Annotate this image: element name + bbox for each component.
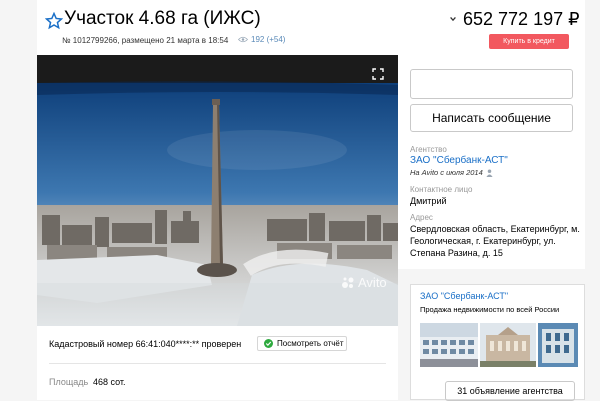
listing-price: 652 772 197 ₽ xyxy=(463,9,580,29)
person-icon xyxy=(486,169,493,177)
address-text: Свердловская область, Екатеринбург, м. Г… xyxy=(410,224,580,258)
listing-details: Кадастровый номер 66:41:040****:** прове… xyxy=(37,326,398,400)
area-value: 468 сот. xyxy=(93,377,126,387)
agency-photo-2 xyxy=(480,323,536,367)
listing-header: Участок 4.68 га (ИЖС) № 1012799266, разм… xyxy=(37,0,585,55)
buy-on-credit-button[interactable]: Купить в кредит xyxy=(489,34,569,49)
listing-photo[interactable]: Avito xyxy=(37,55,398,326)
watermark-text: Avito xyxy=(358,275,387,290)
listing-title: Участок 4.68 га (ИЖС) xyxy=(64,8,261,29)
listing-meta: № 1012799266, размещено 21 марта в 18:54 xyxy=(62,36,229,45)
star-icon[interactable] xyxy=(45,12,63,30)
agency-photo-3 xyxy=(538,323,578,367)
agency-description: Продажа недвижимости по всей России xyxy=(420,305,560,314)
agency-listings-button[interactable]: 31 объявление агентства xyxy=(445,381,575,401)
agency-link[interactable]: ЗАО "Сбербанк-АСТ" xyxy=(410,155,508,166)
seller-panel: Написать сообщение Агентство ЗАО "Сберба… xyxy=(398,55,585,269)
area-label: Площадь xyxy=(49,377,89,387)
avito-watermark: Avito xyxy=(341,275,387,290)
agency-photo-1 xyxy=(420,323,478,367)
write-message-button[interactable]: Написать сообщение xyxy=(410,104,573,132)
view-report-button[interactable]: Посмотреть отчёт xyxy=(257,336,347,351)
show-phone-button[interactable] xyxy=(410,69,573,99)
contact-name: Дмитрий xyxy=(410,196,447,206)
view-report-label: Посмотреть отчёт xyxy=(277,339,344,348)
seller-since-text: На Avito с июля 2014 xyxy=(410,168,483,177)
avito-logo-icon xyxy=(342,277,354,288)
views-text: 192 (+54) xyxy=(251,35,286,44)
agency-photos[interactable] xyxy=(420,323,578,367)
address-label: Адрес xyxy=(410,213,433,222)
agency-card: ЗАО "Сбербанк-АСТ" Продажа недвижимости … xyxy=(410,284,585,401)
fullscreen-icon[interactable] xyxy=(372,68,384,80)
agency-card-link[interactable]: ЗАО "Сбербанк-АСТ" xyxy=(420,291,508,301)
chevron-down-icon[interactable] xyxy=(449,15,457,23)
agency-label: Агентство xyxy=(410,145,447,154)
listing-page: Участок 4.68 га (ИЖС) № 1012799266, разм… xyxy=(0,0,600,401)
check-icon xyxy=(264,339,273,348)
views-count: 192 (+54) xyxy=(238,35,285,44)
seller-since: На Avito с июля 2014 xyxy=(410,168,493,177)
cadastral-number: Кадастровый номер 66:41:040****:** прове… xyxy=(49,339,242,349)
divider xyxy=(49,363,386,364)
contact-label: Контактное лицо xyxy=(410,185,473,194)
eye-icon xyxy=(238,36,248,43)
